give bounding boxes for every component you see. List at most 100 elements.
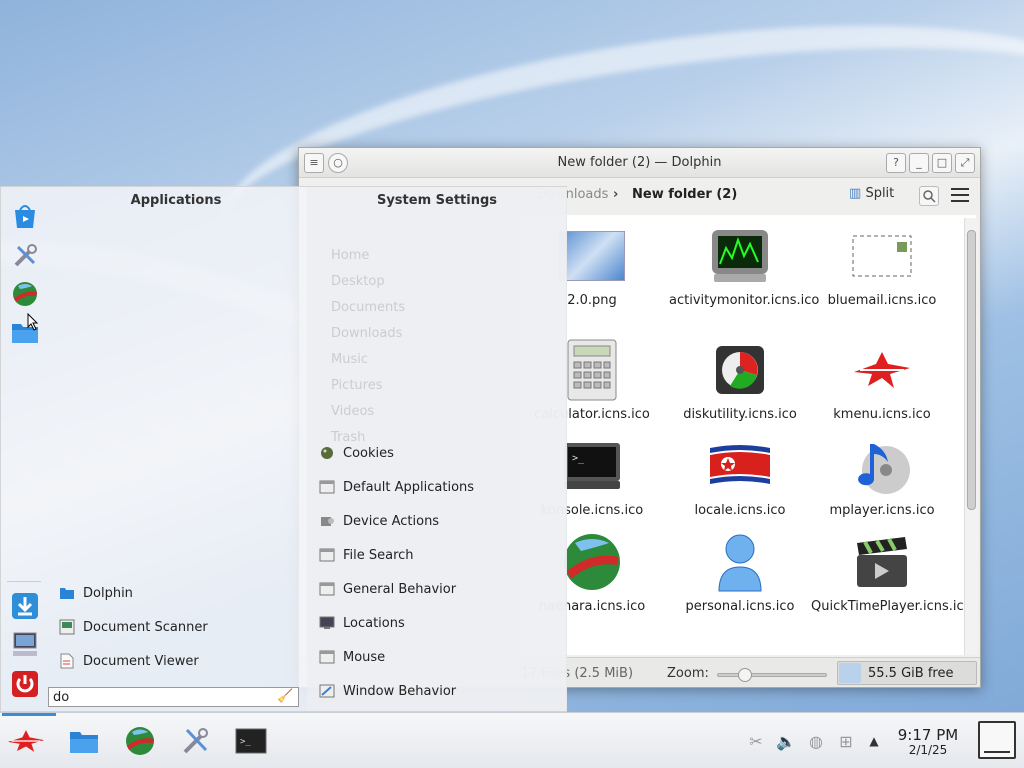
wallpaper-image-icon xyxy=(559,225,625,287)
ghost-place: Documents xyxy=(331,300,406,315)
tray-expand-icon[interactable]: ▲ xyxy=(864,731,884,751)
app-item-document-scanner[interactable]: Document Scanner xyxy=(47,613,305,643)
help-icon[interactable]: ? xyxy=(886,153,906,173)
window-titlebar[interactable]: ≡ ○ New folder (2) — Dolphin ? _ □ ⤢ xyxy=(299,148,980,178)
window-icon xyxy=(319,581,335,597)
search-icon xyxy=(923,190,936,203)
settings-label: Cookies xyxy=(343,446,394,461)
activity-monitor-icon xyxy=(707,225,773,287)
zoom-slider[interactable] xyxy=(717,668,827,682)
breadcrumb-current[interactable]: New folder (2) xyxy=(632,187,737,202)
application-menu-button[interactable] xyxy=(6,723,46,759)
file-item[interactable]: personal.icns.ico xyxy=(669,531,811,614)
taskbar-dolphin[interactable] xyxy=(64,723,104,759)
ghost-place: Downloads xyxy=(331,326,403,341)
file-name: personal.icns.ico xyxy=(685,599,795,614)
search-button[interactable] xyxy=(919,186,939,206)
settings-label: File Search xyxy=(343,548,414,563)
settings-label: Device Actions xyxy=(343,514,440,529)
tools-icon[interactable] xyxy=(10,241,40,271)
file-item[interactable]: activitymonitor.icns.ico xyxy=(669,225,820,308)
volume-icon[interactable]: 🔈 xyxy=(776,731,796,751)
network-globe-icon[interactable]: ◍ xyxy=(806,731,826,751)
kmenu-star-icon xyxy=(849,339,915,401)
globe-browser-icon[interactable] xyxy=(10,279,40,309)
zoom-label: Zoom: xyxy=(667,666,709,681)
file-name: activitymonitor.icns.ico xyxy=(669,293,820,308)
clipboard-scissors-icon[interactable]: ✂ xyxy=(746,731,766,751)
zoom-slider-handle[interactable] xyxy=(738,668,752,682)
settings-label: Locations xyxy=(343,616,405,631)
free-space-indicator: 55.5 GiB free xyxy=(837,661,977,685)
settings-item-mouse[interactable]: Mouse xyxy=(307,643,567,673)
minimize-icon[interactable]: _ xyxy=(909,153,929,173)
clock-date[interactable]: 2/1/25 xyxy=(888,743,968,757)
taskbar-settings[interactable] xyxy=(175,723,215,759)
mail-envelope-icon xyxy=(849,225,915,287)
settings-item-cookies[interactable]: Cookies xyxy=(307,439,567,469)
window-icon xyxy=(319,479,335,495)
taskbar-terminal[interactable]: >_ xyxy=(231,723,271,759)
app-label: Document Viewer xyxy=(83,654,199,669)
clear-search-icon[interactable]: 🧹 xyxy=(277,689,293,704)
split-button[interactable]: ▥ Split xyxy=(849,186,894,201)
power-icon[interactable] xyxy=(10,669,40,699)
split-label: Split xyxy=(865,186,895,201)
file-name: mplayer.icns.ico xyxy=(829,503,935,518)
vertical-scrollbar[interactable] xyxy=(964,218,978,655)
terminal-icon: >_ xyxy=(559,435,625,497)
launcher-favorites xyxy=(1,187,47,711)
window-icon xyxy=(319,649,335,665)
network-monitor-icon[interactable]: ⊞ xyxy=(836,731,856,751)
app-item-document-viewer[interactable]: Document Viewer xyxy=(47,647,305,677)
applications-header: Applications xyxy=(130,193,222,208)
flag-icon xyxy=(707,435,773,497)
file-item[interactable]: mplayer.icns.ico xyxy=(811,435,953,518)
settings-label: General Behavior xyxy=(343,582,457,597)
download-icon[interactable] xyxy=(10,591,40,621)
taskbar-browser[interactable] xyxy=(120,723,160,759)
close-icon[interactable]: ⤢ xyxy=(955,153,975,173)
free-space-bar xyxy=(839,663,861,683)
system-settings-column: System Settings Home Desktop Documents D… xyxy=(307,187,567,711)
file-item[interactable]: diskutility.icns.ico xyxy=(669,339,811,422)
software-center-icon[interactable] xyxy=(10,201,40,231)
kmenu-star-icon xyxy=(7,730,45,752)
taskbar: >_ ✂ 🔈 ◍ ⊞ ▲ 9:17 PM 2/1/25 xyxy=(0,712,1024,768)
settings-label: Mouse xyxy=(343,650,386,665)
settings-item-general-behavior[interactable]: General Behavior xyxy=(307,575,567,605)
device-icon xyxy=(319,513,335,529)
file-item[interactable]: kmenu.icns.ico xyxy=(811,339,953,422)
settings-label: Default Applications xyxy=(343,480,475,495)
calculator-icon xyxy=(559,339,625,401)
globe-icon xyxy=(559,531,625,593)
music-note-icon xyxy=(849,435,915,497)
show-desktop-button[interactable] xyxy=(978,721,1016,759)
maximize-icon[interactable]: □ xyxy=(932,153,952,173)
clock-time[interactable]: 9:17 PM xyxy=(888,726,968,744)
svg-text:>_: >_ xyxy=(572,453,585,464)
svg-text:>_: >_ xyxy=(240,737,251,747)
launcher-search-input[interactable] xyxy=(48,687,299,707)
settings-item-file-search[interactable]: File Search xyxy=(307,541,567,571)
file-name: locale.icns.ico xyxy=(694,503,786,518)
settings-item-window-behavior[interactable]: Window Behavior xyxy=(307,677,567,707)
terminal-icon: >_ xyxy=(235,728,267,754)
settings-item-device-actions[interactable]: Device Actions xyxy=(307,507,567,537)
app-item-dolphin[interactable]: Dolphin xyxy=(47,579,305,609)
scanner-icon xyxy=(59,619,75,635)
app-label: Dolphin xyxy=(83,586,133,601)
computer-icon[interactable] xyxy=(10,629,40,659)
file-item[interactable]: bluemail.icns.ico xyxy=(811,225,953,308)
file-item[interactable]: locale.icns.ico xyxy=(669,435,811,518)
folder-icon xyxy=(59,585,75,601)
free-space-label: 55.5 GiB free xyxy=(868,666,954,681)
monitor-icon xyxy=(319,615,335,631)
window-icon xyxy=(319,547,335,563)
hamburger-menu-icon[interactable] xyxy=(951,188,969,202)
scrollbar-thumb[interactable] xyxy=(967,230,976,510)
settings-item-default-applications[interactable]: Default Applications xyxy=(307,473,567,503)
settings-item-locations[interactable]: Locations xyxy=(307,609,567,639)
disk-utility-icon xyxy=(707,339,773,401)
file-item[interactable]: QuickTimePlayer.icns.ico xyxy=(811,531,972,614)
